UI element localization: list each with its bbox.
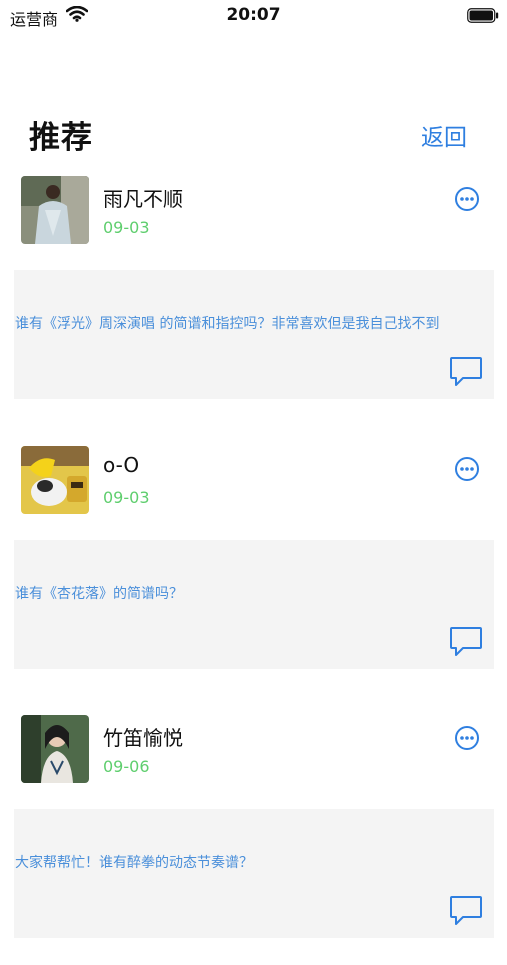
username[interactable]: 雨凡不顺 bbox=[103, 183, 183, 212]
more-options-icon bbox=[455, 457, 479, 481]
post-item: 雨凡不顺 09-03 谁有《浮光》周深演唱 的简谱和指控吗？非常喜欢但是我自己找… bbox=[0, 176, 507, 426]
comment-icon bbox=[450, 627, 482, 656]
post-date: 09-03 bbox=[103, 218, 150, 237]
post-text: 谁有《浮光》周深演唱 的简谱和指控吗？非常喜欢但是我自己找不到 bbox=[15, 316, 440, 332]
avatar[interactable] bbox=[21, 176, 89, 244]
more-options-icon bbox=[455, 187, 479, 211]
post-card[interactable]: 谁有《浮光》周深演唱 的简谱和指控吗？非常喜欢但是我自己找不到 bbox=[14, 270, 494, 399]
page-title: 推荐 bbox=[29, 120, 93, 156]
status-time: 20:07 bbox=[226, 5, 281, 25]
more-options-button[interactable] bbox=[454, 456, 480, 486]
post-card[interactable]: 谁有《杏花落》的简谱吗？ bbox=[14, 540, 494, 669]
post-date: 09-06 bbox=[103, 757, 150, 776]
comment-button[interactable] bbox=[449, 895, 483, 931]
username[interactable]: 竹笛愉悦 bbox=[103, 722, 183, 751]
avatar[interactable] bbox=[21, 715, 89, 783]
status-bar: 运营商 20:07 bbox=[0, 0, 507, 30]
post-date: 09-03 bbox=[103, 488, 150, 507]
battery-icon bbox=[467, 8, 499, 27]
post-item: 竹笛愉悦 09-06 大家帮帮忙！谁有醉拳的动态节奏谱？ bbox=[0, 715, 507, 965]
avatar[interactable] bbox=[21, 446, 89, 514]
comment-icon bbox=[450, 357, 482, 386]
comment-button[interactable] bbox=[449, 356, 483, 392]
post-card[interactable]: 大家帮帮忙！谁有醉拳的动态节奏谱？ bbox=[14, 809, 494, 938]
username[interactable]: o-O bbox=[103, 453, 139, 477]
more-options-button[interactable] bbox=[454, 725, 480, 755]
comment-button[interactable] bbox=[449, 626, 483, 662]
more-options-button[interactable] bbox=[454, 186, 480, 216]
post-item: o-O 09-03 谁有《杏花落》的简谱吗？ bbox=[0, 446, 507, 696]
back-button[interactable]: 返回 bbox=[421, 118, 467, 152]
post-text: 谁有《杏花落》的简谱吗？ bbox=[15, 586, 183, 602]
post-text: 大家帮帮忙！谁有醉拳的动态节奏谱？ bbox=[15, 855, 253, 871]
more-options-icon bbox=[455, 726, 479, 750]
